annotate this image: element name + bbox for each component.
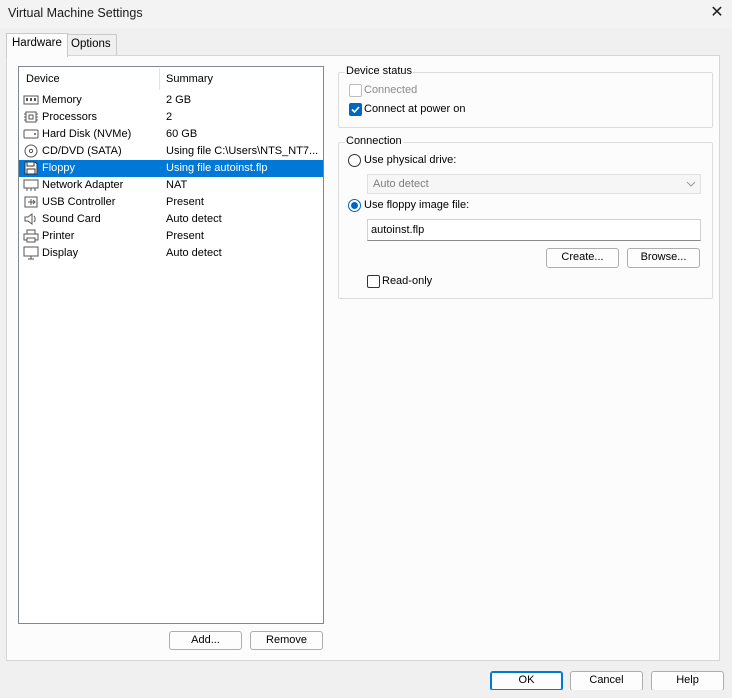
column-header-device[interactable]: Device: [26, 73, 60, 85]
read-only-label[interactable]: Read-only: [382, 275, 432, 287]
device-name: Display: [42, 247, 79, 259]
device-row-cd-dvd[interactable]: CD/DVD (SATA) Using file C:\Users\NTS_NT…: [19, 143, 323, 160]
checkmark-icon: [351, 106, 360, 114]
read-only-checkbox[interactable]: [367, 275, 380, 288]
device-summary: 2: [166, 111, 173, 123]
floppy-icon: [23, 161, 39, 175]
device-row-display[interactable]: Display Auto detect: [19, 245, 323, 262]
device-summary: Auto detect: [166, 247, 222, 259]
network-adapter-icon: [23, 178, 39, 192]
help-button[interactable]: Help: [651, 671, 724, 691]
device-row-hard-disk[interactable]: Hard Disk (NVMe) 60 GB: [19, 126, 323, 143]
floppy-image-path-input[interactable]: autoinst.flp: [367, 219, 701, 241]
printer-icon: [23, 229, 39, 243]
device-row-printer[interactable]: Printer Present: [19, 228, 323, 245]
device-name: Network Adapter: [42, 179, 124, 191]
device-list[interactable]: Device Summary Memory 2 GB Processors 2 …: [18, 66, 324, 624]
device-name: CD/DVD (SATA): [42, 145, 122, 157]
connect-at-power-on-checkbox[interactable]: [349, 103, 362, 116]
usb-icon: [23, 195, 39, 209]
hard-disk-icon: [23, 127, 39, 141]
device-name: Processors: [42, 111, 98, 123]
device-summary: Using file C:\Users\NTS_NT7...: [166, 145, 319, 157]
tab-hardware[interactable]: Hardware: [6, 33, 68, 57]
title-bar: Virtual Machine Settings ✕: [0, 0, 732, 28]
device-status-group: [338, 72, 713, 128]
use-physical-drive-label[interactable]: Use physical drive:: [364, 154, 456, 166]
device-summary: 2 GB: [166, 94, 192, 106]
memory-icon: [23, 93, 39, 107]
device-row-sound-card[interactable]: Sound Card Auto detect: [19, 211, 323, 228]
connection-title: Connection: [345, 135, 403, 147]
device-name: Hard Disk (NVMe): [42, 128, 132, 140]
processor-icon: [23, 110, 39, 124]
device-row-usb-controller[interactable]: USB Controller Present: [19, 194, 323, 211]
device-row-memory[interactable]: Memory 2 GB: [19, 92, 323, 109]
cd-dvd-icon: [23, 144, 39, 158]
physical-drive-select: Auto detect: [367, 174, 701, 194]
window-bottom-edge: [0, 690, 732, 698]
connected-label: Connected: [364, 84, 418, 96]
device-summary: Auto detect: [166, 213, 222, 225]
floppy-image-path-value: autoinst.flp: [371, 224, 425, 236]
device-list-header: Device Summary: [19, 67, 323, 91]
tab-options[interactable]: Options: [65, 34, 117, 56]
connected-checkbox: [349, 84, 362, 97]
physical-drive-value: Auto detect: [373, 178, 429, 190]
use-physical-drive-radio[interactable]: [348, 154, 361, 167]
device-summary: Present: [166, 196, 204, 208]
ok-button[interactable]: OK: [490, 671, 563, 691]
device-summary: NAT: [166, 179, 188, 191]
device-name: Floppy: [42, 162, 76, 174]
cancel-button[interactable]: Cancel: [570, 671, 643, 691]
create-button[interactable]: Create...: [546, 248, 619, 268]
column-header-summary[interactable]: Summary: [166, 73, 213, 85]
device-summary: Using file autoinst.flp: [166, 162, 268, 174]
sound-card-icon: [23, 212, 39, 226]
device-status-title: Device status: [345, 65, 414, 77]
close-icon[interactable]: ✕: [706, 2, 728, 24]
device-name: Memory: [42, 94, 82, 106]
device-row-floppy[interactable]: Floppy Using file autoinst.flp: [19, 160, 323, 177]
display-icon: [23, 246, 39, 260]
device-name: Printer: [42, 230, 75, 242]
device-row-network-adapter[interactable]: Network Adapter NAT: [19, 177, 323, 194]
add-button[interactable]: Add...: [169, 631, 242, 650]
window-title: Virtual Machine Settings: [8, 6, 143, 20]
device-name: Sound Card: [42, 213, 101, 225]
chevron-down-icon: [686, 177, 696, 194]
browse-button[interactable]: Browse...: [627, 248, 700, 268]
device-summary: Present: [166, 230, 204, 242]
use-floppy-image-label[interactable]: Use floppy image file:: [364, 199, 469, 211]
use-floppy-image-radio[interactable]: [348, 199, 361, 212]
device-row-processors[interactable]: Processors 2: [19, 109, 323, 126]
device-summary: 60 GB: [166, 128, 198, 140]
remove-button[interactable]: Remove: [250, 631, 323, 650]
column-divider[interactable]: [159, 68, 160, 90]
connect-at-power-on-label[interactable]: Connect at power on: [364, 103, 466, 115]
device-name: USB Controller: [42, 196, 116, 208]
